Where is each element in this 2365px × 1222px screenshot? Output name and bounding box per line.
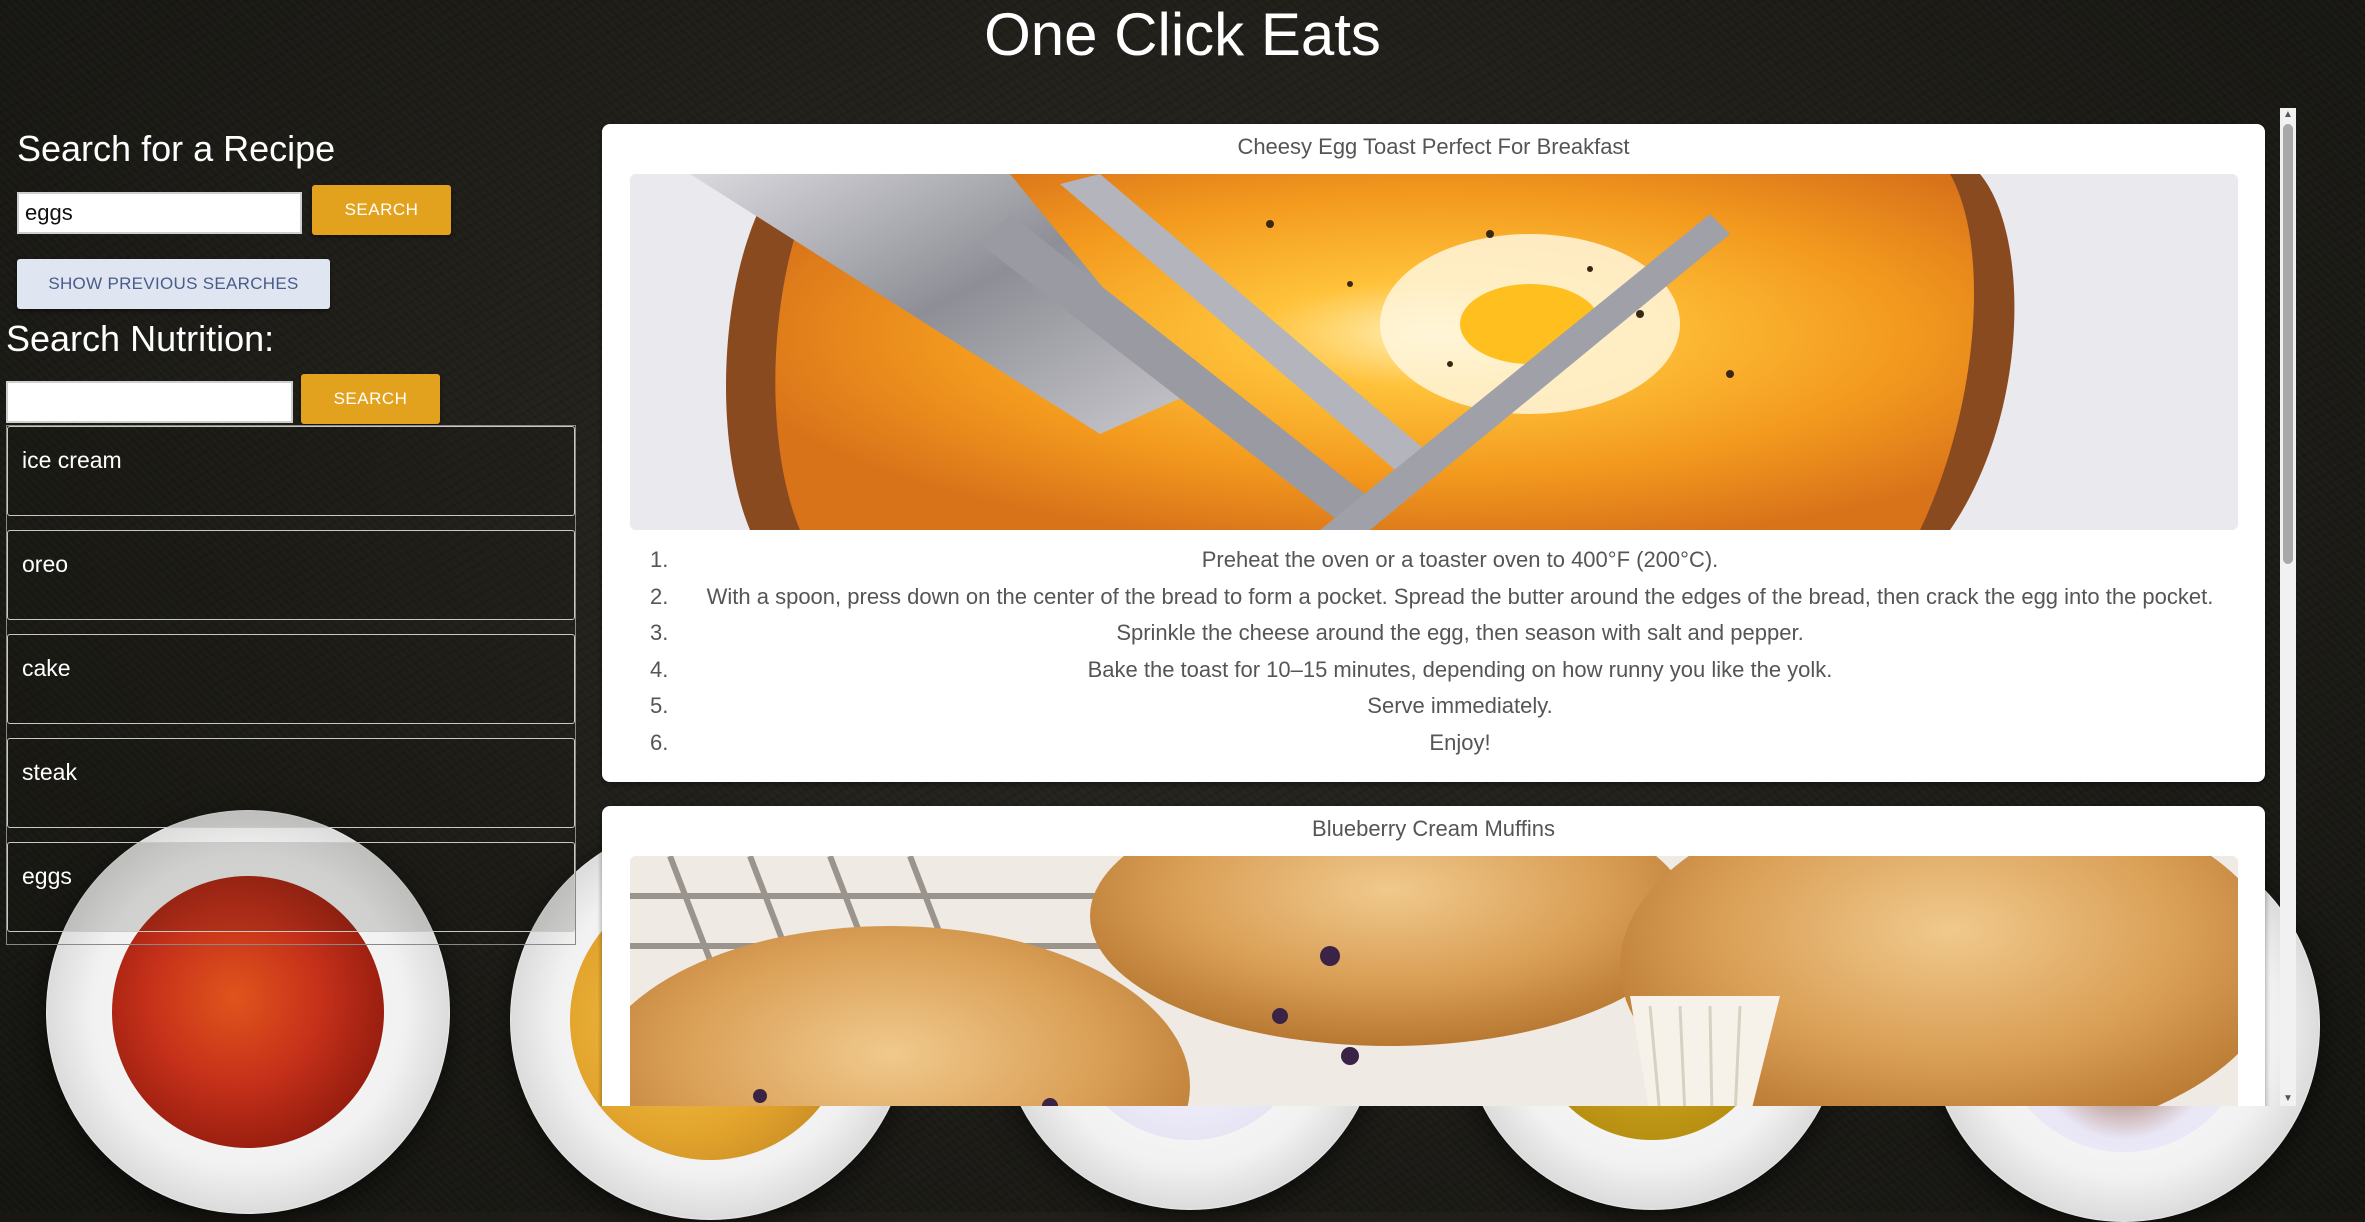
scrollbar-thumb[interactable] [2283, 124, 2293, 564]
step-text: Serve immediately. [1367, 693, 1553, 718]
step-text: Enjoy! [1429, 729, 1491, 755]
recipe-title: Cheesy Egg Toast Perfect For Breakfast [1237, 134, 1630, 159]
step-text: With a spoon, press down on the center o… [706, 583, 2214, 609]
scroll-up-arrow-icon[interactable]: ▲ [2280, 108, 2296, 122]
step-number: 1. [650, 547, 669, 572]
step-number: 4. [650, 656, 669, 682]
step-number: 6. [650, 729, 669, 755]
recipe-image [630, 856, 2238, 1106]
step-number: 3. [650, 620, 669, 645]
show-previous-searches-button[interactable]: SHOW PREVIOUS SEARCHES [17, 259, 330, 309]
recipe-step: 6. Enjoy! [630, 725, 2240, 762]
recipe-search-input[interactable] [17, 192, 302, 234]
nutrition-search-heading: Search Nutrition: [6, 318, 275, 359]
previous-search-item[interactable]: cake [7, 634, 575, 724]
recipe-search-heading: Search for a Recipe [17, 128, 336, 169]
recipe-step: 3. Sprinkle the cheese around the egg, th… [630, 615, 2240, 652]
previous-search-item[interactable]: ice cream [7, 426, 575, 516]
nutrition-search-input[interactable] [6, 381, 293, 423]
recipe-steps-list: 1. Preheat the oven or a toaster oven to … [630, 542, 2240, 761]
step-number: 5. [650, 693, 669, 718]
recipe-card: Blueberry Cream Muffins [602, 806, 2265, 1106]
step-text: Bake the toast for 10–15 minutes, depend… [1087, 656, 1833, 682]
recipe-results-panel[interactable]: Cheesy Egg Toast Perfect For Breakfast 1… [598, 108, 2293, 1106]
previous-search-item[interactable]: eggs [7, 842, 575, 932]
previous-searches-list: ice cream oreo cake steak eggs [6, 425, 576, 945]
step-text: Sprinkle the cheese around the egg, then… [1116, 620, 1804, 645]
recipe-step: 2. With a spoon, press down on the center… [630, 579, 2240, 616]
recipe-search-button[interactable]: SEARCH [312, 185, 451, 235]
previous-search-item[interactable]: steak [7, 738, 575, 828]
recipe-card: Cheesy Egg Toast Perfect For Breakfast 1… [602, 124, 2265, 782]
previous-search-item[interactable]: oreo [7, 530, 575, 620]
recipe-title: Blueberry Cream Muffins [1312, 816, 1555, 841]
recipe-image [630, 174, 2238, 530]
recipe-step: 4. Bake the toast for 10–15 minutes, depe… [630, 652, 2240, 689]
step-number: 2. [650, 583, 669, 609]
recipe-step: 1. Preheat the oven or a toaster oven to … [630, 542, 2240, 579]
nutrition-search-button[interactable]: SEARCH [301, 374, 440, 424]
step-text: Preheat the oven or a toaster oven to 40… [1201, 547, 1719, 572]
recipe-step: 5. Serve immediately. [630, 688, 2240, 725]
page-title: One Click Eats [984, 1, 1381, 68]
recipe-panel-scrollbar[interactable]: ▲ ▼ [2280, 108, 2296, 1106]
scroll-down-arrow-icon[interactable]: ▼ [2280, 1092, 2296, 1106]
